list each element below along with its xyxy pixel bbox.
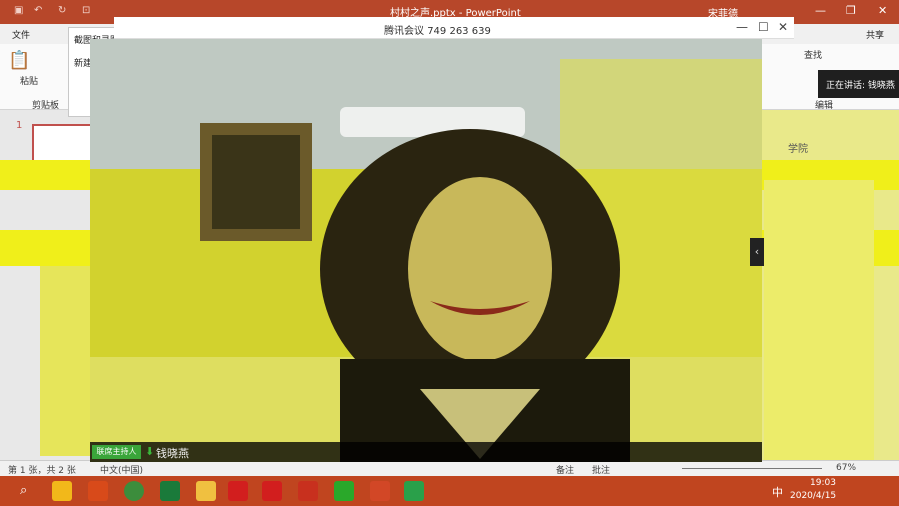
clock-date[interactable]: 2020/4/15 xyxy=(790,491,836,501)
participant-name: 钱晓燕 xyxy=(156,447,189,460)
minimize-icon[interactable]: — xyxy=(815,4,826,17)
find-button[interactable]: 查找 xyxy=(804,48,822,61)
status-slide-count: 第 1 张，共 2 张 xyxy=(8,466,76,476)
comments-button[interactable]: 批注 xyxy=(592,463,610,476)
taskbar-app-icon[interactable] xyxy=(228,481,248,501)
start-slideshow-icon[interactable]: ⊡ xyxy=(82,5,90,16)
maximize-icon[interactable]: ☐ xyxy=(758,20,769,34)
video-frame xyxy=(90,39,762,462)
meeting-title: 腾讯会议 749 263 639 xyxy=(384,22,491,37)
collapse-panel-icon[interactable]: ‹ xyxy=(750,238,764,266)
tab-file[interactable]: 文件 xyxy=(12,28,30,41)
powerpoint-icon[interactable] xyxy=(370,481,390,501)
slide-number: 1 xyxy=(16,120,23,131)
microphone-icon: ⬇ xyxy=(145,445,155,458)
ime-indicator[interactable]: 中 xyxy=(772,484,783,500)
close-icon[interactable]: ✕ xyxy=(878,4,887,17)
speaking-indicator: 正在讲话: 钱晓燕 xyxy=(818,70,899,98)
slide-title-fragment: 学院 xyxy=(788,144,808,155)
meeting-title-bar: 腾讯会议 749 263 639 — ☐ ✕ xyxy=(114,17,794,39)
wechat-icon[interactable] xyxy=(334,481,354,501)
notes-button[interactable]: 备注 xyxy=(556,463,574,476)
minimize-icon[interactable]: — xyxy=(736,20,748,34)
paste-icon[interactable]: 📋 xyxy=(8,50,30,71)
status-language[interactable]: 中文(中国) xyxy=(100,463,143,476)
close-icon[interactable]: ✕ xyxy=(778,20,788,34)
edit-group-label: 编辑 xyxy=(815,101,834,111)
host-badge: 联席主持人 xyxy=(92,445,141,459)
display-glitch-strip xyxy=(40,266,90,456)
tencent-meeting-icon[interactable] xyxy=(404,481,424,501)
participant-video[interactable] xyxy=(90,39,762,462)
redo-icon[interactable]: ↻ xyxy=(58,5,66,16)
search-icon[interactable]: ⌕ xyxy=(20,483,27,498)
taskbar-app-icon[interactable] xyxy=(262,481,282,501)
share-button[interactable]: 共享 xyxy=(866,28,884,41)
folder-icon[interactable] xyxy=(196,481,216,501)
zoom-level[interactable]: 67% xyxy=(836,463,856,473)
taskbar-app-icon[interactable] xyxy=(88,481,108,501)
meeting-app-name: 腾讯会议 xyxy=(384,26,424,37)
chrome-icon[interactable] xyxy=(124,481,144,501)
taskbar-app-icon[interactable] xyxy=(52,481,72,501)
participant-name-bar xyxy=(90,442,762,462)
status-bar: 第 1 张，共 2 张 中文(中国) 备注 批注 67% xyxy=(0,460,899,476)
maximize-icon[interactable]: ❐ xyxy=(846,4,856,17)
speaking-label: 正在讲话: 钱晓燕 xyxy=(826,81,895,91)
undo-icon[interactable]: ↶ xyxy=(34,5,42,16)
onenote-icon[interactable] xyxy=(298,481,318,501)
clock-time[interactable]: 19:03 xyxy=(810,478,836,488)
display-glitch-strip xyxy=(764,180,874,460)
edge-icon[interactable] xyxy=(160,481,180,501)
paste-button[interactable]: 粘贴 xyxy=(20,74,38,87)
save-icon[interactable]: ▣ xyxy=(14,5,23,16)
meeting-id[interactable]: 749 263 639 xyxy=(427,26,491,37)
zoom-slider[interactable] xyxy=(682,468,822,469)
